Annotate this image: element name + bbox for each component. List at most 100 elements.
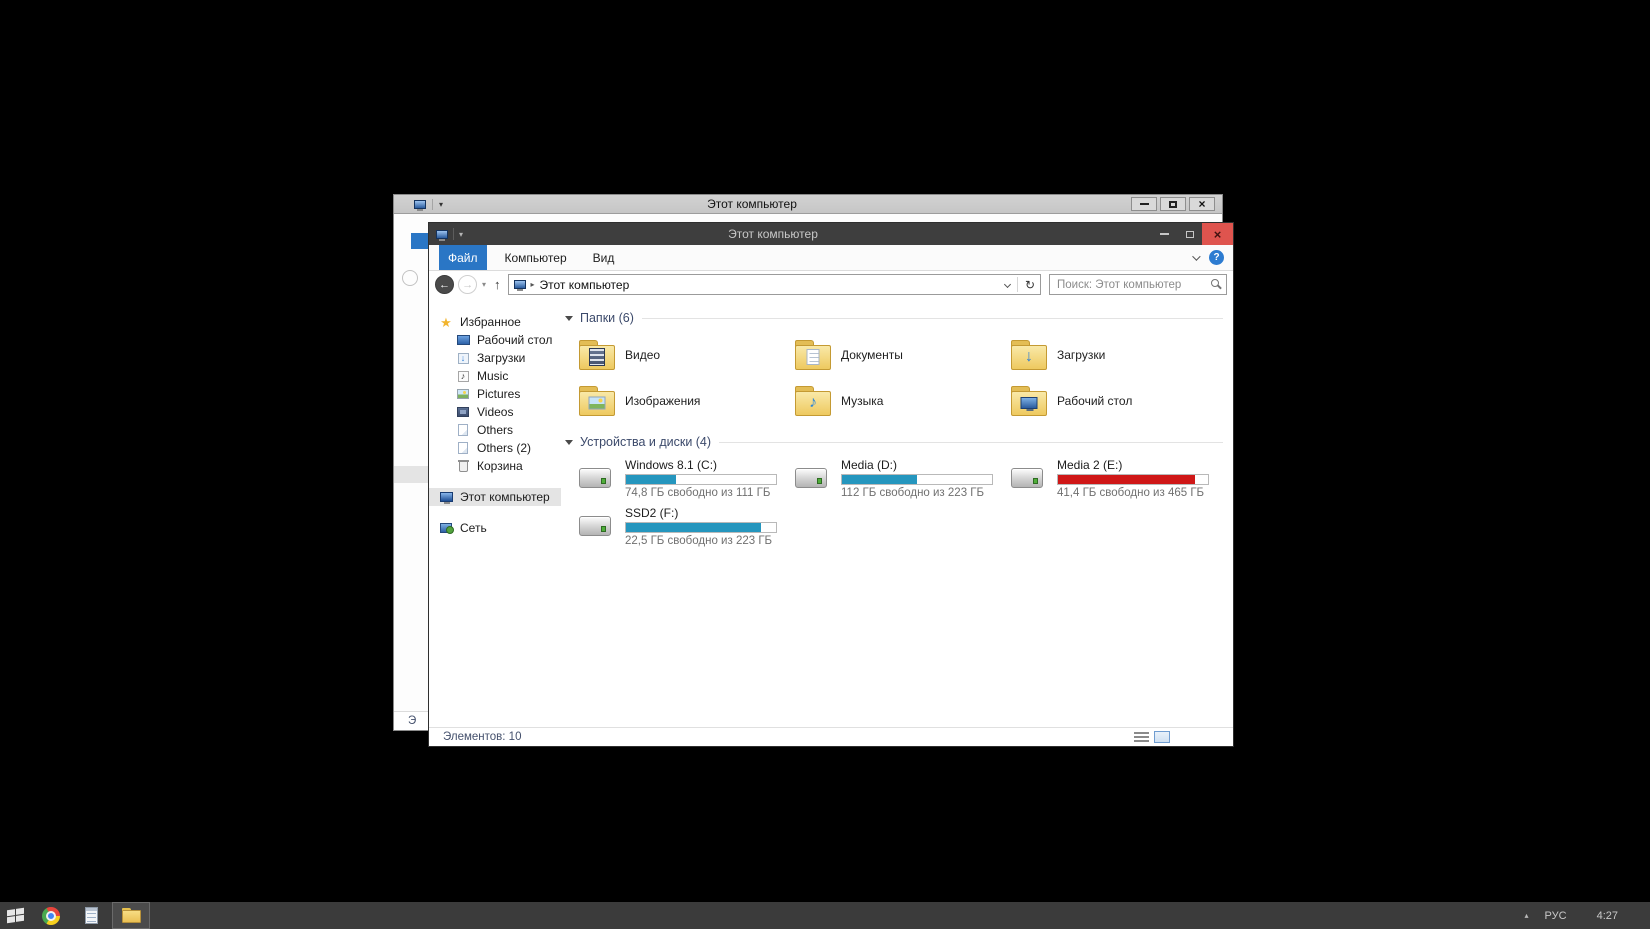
documents-folder-icon: [795, 340, 831, 370]
computer-icon: [513, 280, 526, 291]
download-mini-icon: ↓: [457, 352, 469, 364]
computer-mini-icon: [439, 492, 453, 504]
drive-item[interactable]: Windows 8.1 (C:) 74,8 ГБ свободно из 111…: [579, 454, 795, 502]
sidebar-item-label: Music: [477, 369, 509, 383]
titlebar[interactable]: ▾ Этот компьютер ×: [429, 223, 1233, 245]
folder-item[interactable]: ♪ Музыка: [795, 378, 1011, 424]
folders-group-header[interactable]: Папки (6): [565, 310, 1227, 326]
group-rule: [641, 317, 1223, 319]
ribbon-tab[interactable]: Вид: [585, 245, 623, 270]
sidebar-item[interactable]: Others: [429, 421, 561, 439]
star-icon: ★: [440, 314, 452, 330]
thumbnails-view-icon[interactable]: [1154, 731, 1170, 743]
sidebar-item[interactable]: Videos: [429, 403, 561, 421]
folder-item[interactable]: Рабочий стол: [1011, 378, 1227, 424]
drive-item[interactable]: Media (D:) 112 ГБ свободно из 223 ГБ: [795, 454, 1011, 502]
drives-group-header[interactable]: Устройства и диски (4): [565, 434, 1227, 450]
sidebar-item[interactable]: Pictures: [429, 385, 561, 403]
drive-item[interactable]: Media 2 (E:) 41,4 ГБ свободно из 465 ГБ: [1011, 454, 1227, 502]
sidebar-item[interactable]: Сеть: [429, 519, 561, 537]
sidebar-item[interactable]: Корзина: [429, 457, 561, 475]
taskbar-buttons: [30, 902, 150, 929]
forward-button[interactable]: ←: [458, 275, 477, 294]
sidebar-item[interactable]: Others (2): [429, 439, 561, 457]
tray-expand-icon[interactable]: ▴: [1525, 911, 1529, 920]
drive-usage-bar: [625, 521, 777, 533]
system-tray: ▴ РУС 4:27: [1525, 910, 1650, 922]
hard-drive-icon: [795, 468, 827, 488]
folder-item[interactable]: ↓ Загрузки: [1011, 332, 1227, 378]
breadcrumb[interactable]: Этот компьютер: [540, 278, 630, 292]
sidebar-item[interactable]: Рабочий стол: [429, 331, 561, 349]
refresh-icon[interactable]: ↻: [1025, 278, 1035, 292]
desktop-mini-icon: [456, 335, 470, 345]
help-icon[interactable]: ?: [1209, 250, 1224, 265]
drive-free-space: 22,5 ГБ свободно из 223 ГБ: [625, 534, 773, 547]
drive-name: Media 2 (E:): [1057, 457, 1123, 472]
start-button[interactable]: [0, 902, 30, 929]
items-view: Папки (6) Видео Документы ↓ Загрузки Изо…: [561, 298, 1233, 727]
folder-item[interactable]: Документы: [795, 332, 1011, 378]
explorer-window: ▾ Этот компьютер × Файл Компьютер Вид ? …: [428, 222, 1234, 747]
maximize-button[interactable]: [1177, 223, 1202, 245]
folder-item[interactable]: Изображения: [579, 378, 795, 424]
back-window-titlebar[interactable]: ▾ Этот компьютер ×: [394, 195, 1222, 214]
address-dropdown-icon[interactable]: [1003, 280, 1011, 289]
qat-dropdown-icon[interactable]: ▾: [459, 230, 463, 239]
computer-icon: [414, 199, 426, 211]
search-input[interactable]: [1049, 274, 1227, 295]
group-rule: [719, 441, 1223, 443]
divider: [453, 228, 454, 240]
sidebar-item[interactable]: ♪ Music: [429, 367, 561, 385]
drive-name: Media (D:): [841, 457, 898, 472]
drive-usage-bar: [841, 473, 993, 485]
folder-item[interactable]: Видео: [579, 332, 795, 378]
close-button[interactable]: ×: [1189, 197, 1215, 211]
back-window-nav-button-fragment: [402, 270, 418, 286]
drive-free-space: 41,4 ГБ свободно из 465 ГБ: [1057, 486, 1205, 499]
desktop: ▾ Этот компьютер × Э ▾ Этот компьютер × …: [0, 0, 1650, 929]
drives-grid: Windows 8.1 (C:) 74,8 ГБ свободно из 111…: [579, 454, 1227, 550]
drives-group-label: Устройства и диски (4): [580, 435, 712, 449]
ribbon-tab[interactable]: Файл: [439, 245, 487, 270]
breadcrumb-arrow-icon[interactable]: ▸: [531, 280, 535, 289]
clock[interactable]: 4:27: [1597, 910, 1618, 922]
items-count: Элементов: 10: [443, 731, 522, 743]
minimize-button[interactable]: [1152, 223, 1177, 245]
sidebar-item-label: Videos: [477, 405, 514, 419]
drive-item[interactable]: SSD2 (F:) 22,5 ГБ свободно из 223 ГБ: [579, 502, 795, 550]
downloads-folder-icon: ↓: [1011, 340, 1047, 370]
taskbar-button[interactable]: [72, 902, 110, 929]
taskbar-button[interactable]: [112, 902, 150, 929]
drive-name: Windows 8.1 (C:): [625, 457, 718, 472]
sidebar-item[interactable]: ↓ Загрузки: [429, 349, 561, 367]
maximize-button[interactable]: [1160, 197, 1186, 211]
qat-dropdown-icon[interactable]: ▾: [439, 200, 443, 209]
taskbar: ▴ РУС 4:27: [0, 902, 1650, 929]
minimize-ribbon-icon[interactable]: [1192, 251, 1201, 261]
close-button[interactable]: ×: [1202, 223, 1233, 245]
sidebar-item[interactable]: Этот компьютер: [429, 488, 561, 506]
ribbon-tab[interactable]: Компьютер: [497, 245, 575, 270]
recent-locations-dropdown-icon[interactable]: ▾: [481, 280, 487, 289]
folder-item-label: Изображения: [625, 394, 701, 408]
back-button[interactable]: ←: [435, 275, 454, 294]
up-button[interactable]: ↑: [491, 277, 504, 292]
drive-free-space: 112 ГБ свободно из 223 ГБ: [841, 486, 985, 499]
sidebar-item[interactable]: ★ Избранное: [429, 313, 561, 331]
minimize-button[interactable]: [1131, 197, 1157, 211]
music-folder-icon: ♪: [795, 386, 831, 416]
hard-drive-icon: [579, 516, 611, 536]
folders-group-label: Папки (6): [580, 311, 634, 325]
minimize-icon: [1160, 233, 1169, 235]
sidebar-item-label: Избранное: [460, 315, 521, 329]
address-bar[interactable]: ▸ Этот компьютер ↻: [507, 274, 1041, 295]
drive-usage-fill: [842, 474, 917, 484]
chrome-icon: [42, 906, 60, 925]
details-view-icon[interactable]: [1134, 731, 1149, 743]
drive-usage-fill: [626, 474, 676, 484]
divider: [1016, 277, 1018, 292]
close-icon: ×: [1213, 226, 1222, 242]
taskbar-button[interactable]: [32, 902, 70, 929]
language-indicator[interactable]: РУС: [1545, 910, 1567, 922]
